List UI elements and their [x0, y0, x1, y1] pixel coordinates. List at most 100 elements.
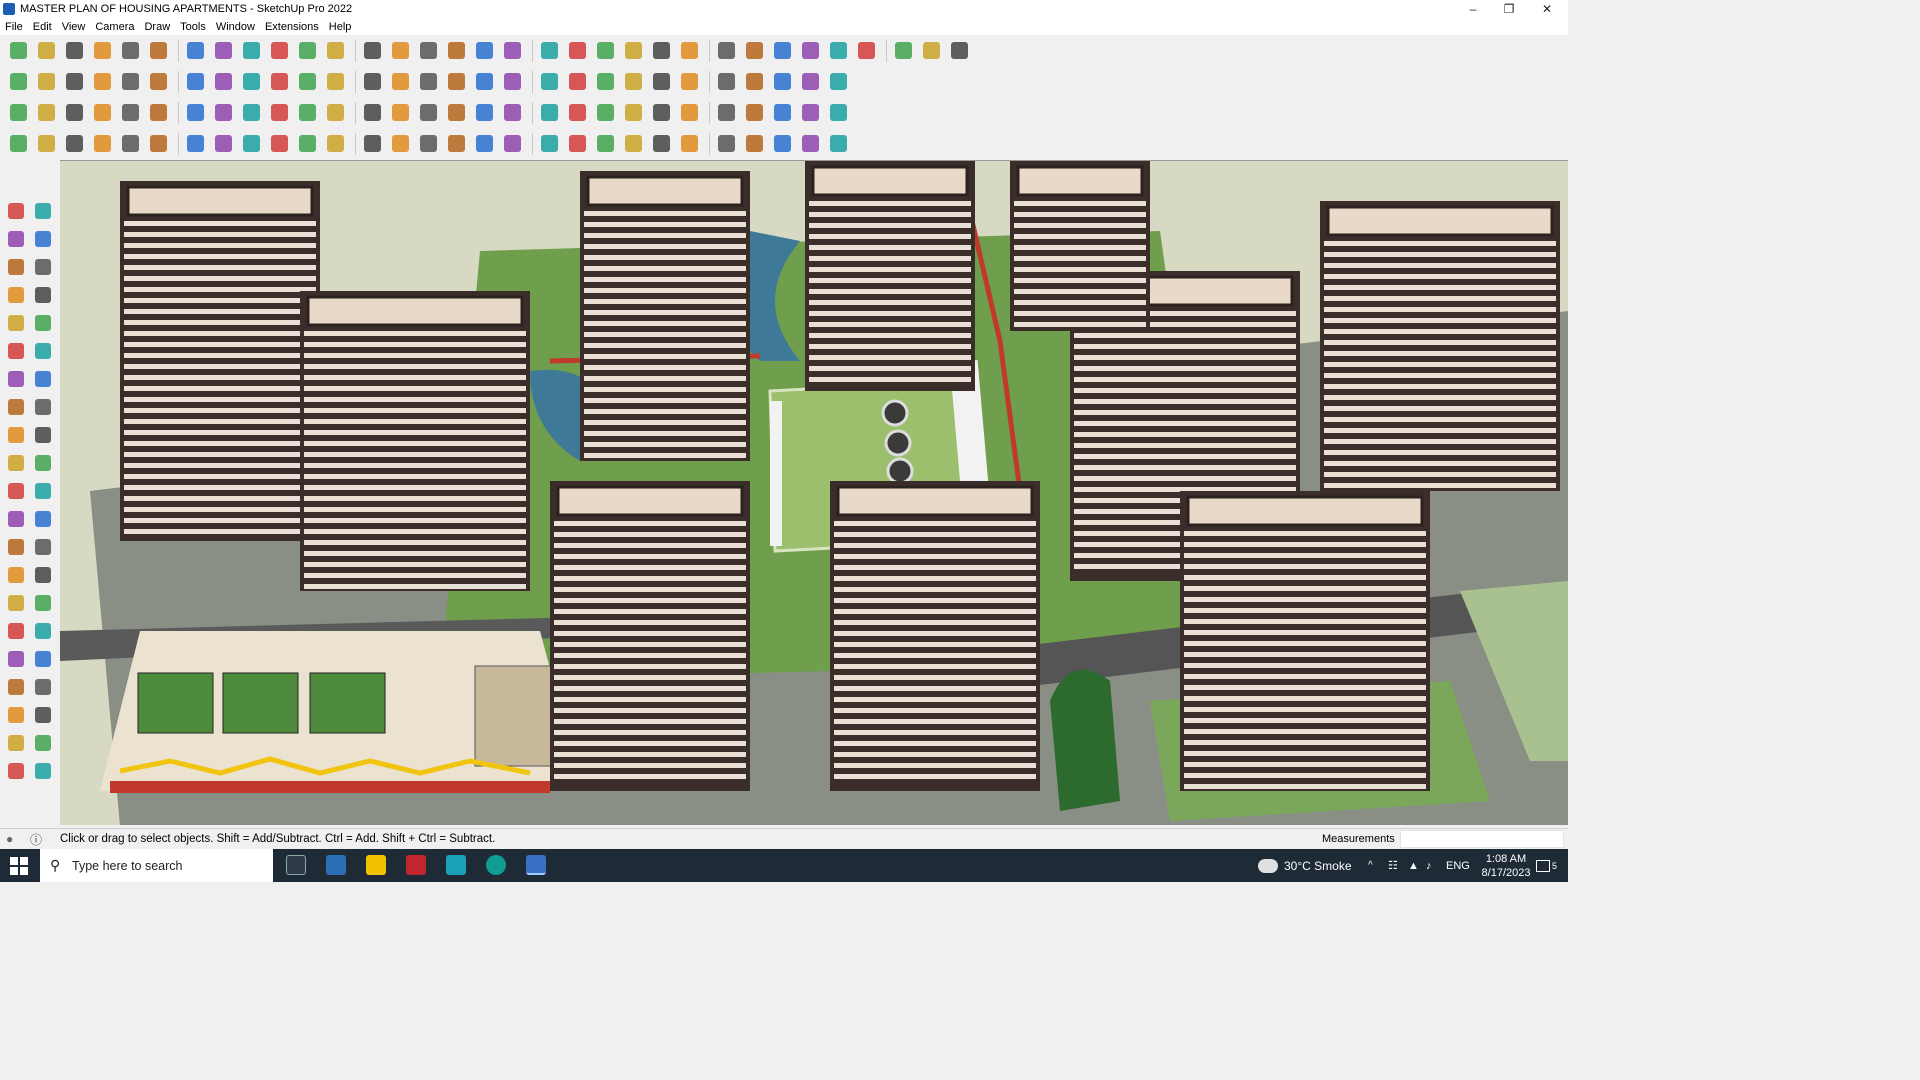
pushpull-tool-icon[interactable] [31, 423, 55, 447]
window-icon[interactable] [677, 101, 701, 125]
polygon-icon[interactable] [621, 70, 645, 94]
chamfer-icon[interactable] [770, 70, 794, 94]
push-tool-icon[interactable] [4, 255, 28, 279]
paint-icon[interactable] [388, 39, 412, 63]
file-explorer-icon[interactable] [366, 855, 386, 875]
brick-icon[interactable] [118, 101, 142, 125]
eraser-tool-icon[interactable] [31, 227, 55, 251]
move-tool-icon[interactable] [4, 423, 28, 447]
component-icon[interactable] [31, 199, 55, 223]
material-icon[interactable] [714, 39, 738, 63]
eraser2-icon[interactable] [826, 70, 850, 94]
look-around-icon[interactable] [31, 675, 55, 699]
fill-icon[interactable] [500, 70, 524, 94]
extension-tool-icon[interactable] [31, 731, 55, 755]
scatter-icon[interactable] [826, 101, 850, 125]
fillet-icon[interactable] [742, 70, 766, 94]
spring2-icon[interactable] [211, 132, 235, 156]
account-icon[interactable] [649, 39, 673, 63]
orbit-icon[interactable] [416, 39, 440, 63]
bridge-icon[interactable] [323, 132, 347, 156]
warning-icon[interactable] [388, 101, 412, 125]
position-camera-icon[interactable] [31, 647, 55, 671]
circle-icon[interactable] [565, 70, 589, 94]
cross-icon[interactable] [295, 101, 319, 125]
gem-icon[interactable] [621, 101, 645, 125]
gable-icon[interactable] [565, 132, 589, 156]
ellipse-icon[interactable] [649, 70, 673, 94]
panel-icon[interactable] [714, 101, 738, 125]
section-icon[interactable] [621, 39, 645, 63]
lasso-icon[interactable] [118, 39, 142, 63]
restore-icon[interactable]: ❐ [1491, 0, 1527, 18]
undo-icon[interactable] [891, 39, 915, 63]
green-arrow-icon[interactable] [183, 70, 207, 94]
spring-icon[interactable] [444, 101, 468, 125]
calculator-icon[interactable] [326, 855, 346, 875]
spiral-icon[interactable] [416, 101, 440, 125]
rotate-icon[interactable] [267, 39, 291, 63]
rectangle-tool-icon[interactable] [4, 311, 28, 335]
slab-icon[interactable] [742, 132, 766, 156]
purple-arrow-icon[interactable] [239, 70, 263, 94]
select-tool-icon[interactable] [4, 199, 28, 223]
measurements-input[interactable] [1400, 830, 1564, 848]
tile-icon[interactable] [742, 101, 766, 125]
follow-tool-icon[interactable] [31, 451, 55, 475]
pan-icon[interactable] [444, 39, 468, 63]
paint-bucket-icon[interactable] [4, 227, 28, 251]
circle-tool-icon[interactable] [4, 339, 28, 363]
eraser-icon[interactable] [62, 39, 86, 63]
info-icon[interactable]: ⓘ [30, 831, 42, 848]
protractor-icon[interactable] [4, 535, 28, 559]
text-icon[interactable] [360, 39, 384, 63]
tray-chevron-icon[interactable]: ^ [1368, 849, 1373, 882]
clock[interactable]: 1:08 AM 8/17/2023 [1476, 849, 1536, 882]
zoom-icon[interactable] [472, 39, 496, 63]
target-icon[interactable] [472, 101, 496, 125]
balcony-icon[interactable] [826, 132, 850, 156]
hatch-icon[interactable] [677, 132, 701, 156]
grid-icon[interactable] [146, 101, 170, 125]
up-down-icon[interactable] [798, 39, 822, 63]
mesh-icon[interactable] [649, 101, 673, 125]
snowflake-icon[interactable] [323, 101, 347, 125]
freehand-tool-icon[interactable] [31, 283, 55, 307]
shape-icon[interactable] [146, 39, 170, 63]
scale-icon[interactable] [295, 39, 319, 63]
cluster-icon[interactable] [593, 101, 617, 125]
menu-window[interactable]: Window [211, 21, 260, 33]
network-icon[interactable]: ☷ [1388, 849, 1398, 882]
sphere-icon[interactable] [183, 132, 207, 156]
menu-camera[interactable]: Camera [90, 21, 139, 33]
facade-icon[interactable] [798, 132, 822, 156]
three-point-arc-icon[interactable] [31, 395, 55, 419]
move-icon[interactable] [239, 39, 263, 63]
offset-tool-icon[interactable] [31, 479, 55, 503]
pipe-icon[interactable] [118, 132, 142, 156]
close-icon[interactable]: ✕ [1529, 0, 1565, 18]
wall-icon[interactable] [388, 70, 412, 94]
rotate-tool-icon[interactable] [4, 451, 28, 475]
hand-icon[interactable] [947, 39, 971, 63]
volume-icon[interactable]: ♪ [1426, 849, 1432, 882]
menu-draw[interactable]: Draw [139, 21, 175, 33]
cube-shaded-icon[interactable] [34, 70, 58, 94]
blue-arrow-icon[interactable] [146, 70, 170, 94]
menu-tools[interactable]: Tools [175, 21, 211, 33]
layout-icon[interactable] [4, 759, 28, 783]
tape-measure-icon[interactable] [4, 507, 28, 531]
scissors-icon[interactable] [621, 132, 645, 156]
offset-icon[interactable] [90, 101, 114, 125]
red-arrow-icon[interactable] [118, 70, 142, 94]
car-icon[interactable] [62, 132, 86, 156]
terminal-icon[interactable] [446, 855, 466, 875]
two-point-arc-icon[interactable] [4, 395, 28, 419]
box-icon[interactable] [854, 39, 878, 63]
truss-icon[interactable] [500, 132, 524, 156]
roof-icon[interactable] [360, 70, 384, 94]
geo-icon[interactable]: ● [6, 832, 13, 846]
section-plane-icon[interactable] [31, 703, 55, 727]
walk-icon[interactable] [4, 675, 28, 699]
zoom-tool-icon[interactable] [4, 619, 28, 643]
